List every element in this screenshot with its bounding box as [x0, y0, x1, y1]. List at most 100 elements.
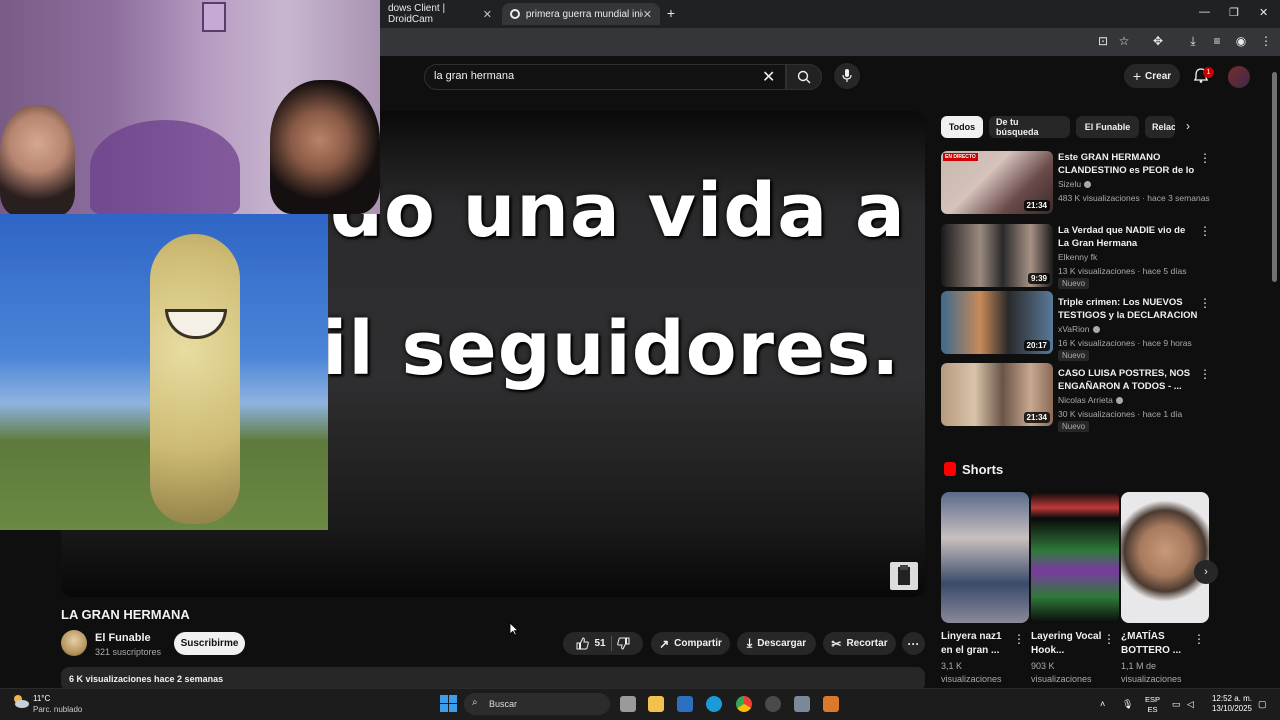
duration-badge: 21:34 [1023, 412, 1050, 423]
chip-todos[interactable]: Todos [941, 116, 983, 138]
downloads-icon[interactable]: ⤓ [1185, 34, 1201, 49]
chip-relacionados[interactable]: Relacio [1145, 116, 1175, 138]
more-vertical-icon[interactable]: ⋮ [1103, 632, 1115, 646]
file-explorer-icon[interactable] [648, 696, 664, 712]
recommendation-channel[interactable]: Sizelu [1058, 179, 1092, 189]
recommendation-title[interactable]: Triple crimen: Los NUEVOS TESTIGOS y la … [1058, 296, 1198, 322]
more-vertical-icon[interactable]: ⋮ [1199, 151, 1211, 165]
taskbar-search-box[interactable] [464, 693, 610, 715]
channel-avatar[interactable] [61, 630, 87, 656]
clear-search-icon[interactable]: ✕ [762, 67, 775, 87]
app-icon[interactable] [823, 696, 839, 712]
recommendation-item[interactable]: 21:34 CASO LUISA POSTRES, NOS ENGAÑARON … [941, 363, 1213, 432]
chevron-right-icon[interactable]: › [1186, 119, 1190, 133]
search-icon: ⌕ [472, 697, 478, 708]
recommendation-item[interactable]: 20:17 Triple crimen: Los NUEVOS TESTIGOS… [941, 291, 1213, 361]
channel-name[interactable]: El Funable [95, 632, 151, 644]
channel-watermark[interactable] [890, 562, 918, 590]
chevron-up-icon[interactable]: ˄ [1100, 699, 1105, 709]
speaker-icon[interactable]: ◁ [1187, 699, 1194, 710]
recommendation-title[interactable]: La Verdad que NADIE vio de La Gran Herma… [1058, 224, 1198, 250]
recommendation-thumbnail[interactable]: EN DIRECTO 21:34 [941, 151, 1053, 214]
tab-droidcam[interactable]: dows Client | DroidCam ✕ [380, 3, 500, 25]
subscribe-button[interactable]: Suscribirme [174, 632, 245, 655]
short-title[interactable]: Linyera naz1 en el gran ... [941, 630, 1016, 658]
short-thumbnail[interactable] [1121, 492, 1209, 623]
search-icon [797, 70, 811, 84]
chrome-icon[interactable] [736, 696, 752, 712]
new-badge: Nuevo [1058, 278, 1090, 289]
search-query[interactable]: la gran hermana [434, 70, 514, 82]
bookmark-star-icon[interactable]: ☆ [1116, 34, 1132, 48]
weather-description[interactable]: Parc. nublado [33, 705, 82, 714]
media-control-icon[interactable]: ≡ [1209, 34, 1225, 48]
recommendation-item[interactable]: 9:39 La Verdad que NADIE vio de La Gran … [941, 224, 1213, 289]
shorts-next-button[interactable]: › [1194, 560, 1218, 584]
more-vertical-icon[interactable]: ⋮ [1013, 632, 1025, 646]
recommendation-item[interactable]: EN DIRECTO 21:34 Este GRAN HERMANO CLAND… [941, 151, 1213, 215]
chevron-right-icon: › [1204, 566, 1208, 578]
clip-button[interactable]: ✂ Recortar [823, 632, 896, 655]
download-button[interactable]: ⤓ Descargar [737, 632, 816, 655]
settings-gear-icon[interactable] [794, 696, 810, 712]
recommendation-channel[interactable]: Nicolas Arrieta [1058, 395, 1123, 405]
taskbar-search-label[interactable]: Buscar [489, 699, 517, 709]
network-icon[interactable]: ▭ [1172, 699, 1181, 710]
close-icon[interactable]: ✕ [483, 8, 492, 21]
microphone-icon[interactable]: 🎙︎ [1122, 699, 1133, 710]
app-icon[interactable] [765, 696, 781, 712]
duration-badge: 9:39 [1027, 273, 1050, 284]
short-title[interactable]: ¿MATÍAS BOTTERO ... [1121, 630, 1196, 658]
voice-search-button[interactable] [834, 63, 860, 89]
chip-el-funable[interactable]: El Funable [1076, 116, 1139, 138]
search-button[interactable] [786, 64, 822, 90]
more-vertical-icon[interactable]: ⋮ [1193, 632, 1205, 646]
webcam-overlay [0, 0, 380, 214]
clock[interactable]: 12:52 a. m. 13/10/2025 [1206, 694, 1252, 714]
minimize-icon[interactable]: — [1199, 6, 1210, 18]
thumbs-down-icon[interactable] [616, 637, 630, 650]
account-avatar[interactable] [1228, 66, 1250, 88]
recommendation-title[interactable]: Este GRAN HERMANO CLANDESTINO es PEOR de… [1058, 151, 1198, 177]
profile-icon[interactable]: ◉ [1233, 34, 1249, 48]
microsoft-store-icon[interactable] [677, 696, 693, 712]
chip-de-tu-busqueda[interactable]: De tu búsqueda [989, 116, 1070, 138]
like-button[interactable]: 51 [576, 637, 606, 650]
create-button[interactable]: + Crear [1124, 64, 1180, 88]
recommendation-thumbnail[interactable]: 9:39 [941, 224, 1053, 287]
more-actions-button[interactable]: ··· [902, 632, 925, 655]
edge-icon[interactable] [706, 696, 722, 712]
install-app-icon[interactable]: ⊡ [1095, 34, 1111, 48]
like-divider [610, 636, 612, 651]
recommendation-title[interactable]: CASO LUISA POSTRES, NOS ENGAÑARON A TODO… [1058, 367, 1198, 393]
weather-cloud-icon[interactable] [12, 693, 30, 709]
tab-search-active[interactable]: primera guerra mundial inicio · ✕ [502, 3, 660, 25]
recommendation-thumbnail[interactable]: 20:17 [941, 291, 1053, 354]
scrollbar-thumb[interactable] [1272, 72, 1277, 282]
download-icon: ⤓ [746, 636, 753, 650]
maximize-icon[interactable]: ❐ [1229, 6, 1239, 19]
short-thumbnail[interactable] [941, 492, 1029, 623]
menu-kebab-icon[interactable]: ⋮ [1258, 34, 1274, 48]
windows-start-button[interactable] [440, 695, 457, 712]
short-title[interactable]: Layering Vocal Hook... [1031, 630, 1106, 658]
share-button[interactable]: ↗ Compartir [651, 632, 730, 655]
more-vertical-icon[interactable]: ⋮ [1199, 367, 1211, 381]
recommendation-channel[interactable]: Elkenny fk [1058, 252, 1097, 262]
notification-icon[interactable]: ▢ [1258, 699, 1267, 710]
recommendation-thumbnail[interactable]: 21:34 [941, 363, 1053, 426]
new-tab-button[interactable]: + [662, 5, 680, 21]
close-icon[interactable]: ✕ [643, 8, 652, 21]
language-indicator[interactable]: ESP ES [1145, 695, 1160, 715]
weather-temperature[interactable]: 11°C [33, 694, 50, 703]
verified-icon [1115, 397, 1123, 405]
task-view-icon[interactable] [620, 696, 636, 712]
short-thumbnail[interactable] [1031, 492, 1119, 623]
extensions-icon[interactable]: ✥ [1150, 34, 1166, 48]
more-vertical-icon[interactable]: ⋮ [1199, 224, 1211, 238]
video-caption-line-2: il seguidores. [322, 306, 901, 392]
plus-icon: + [1132, 68, 1142, 84]
recommendation-channel[interactable]: xVaRion [1058, 324, 1100, 334]
close-window-icon[interactable]: ✕ [1259, 6, 1268, 19]
more-vertical-icon[interactable]: ⋮ [1199, 296, 1211, 310]
